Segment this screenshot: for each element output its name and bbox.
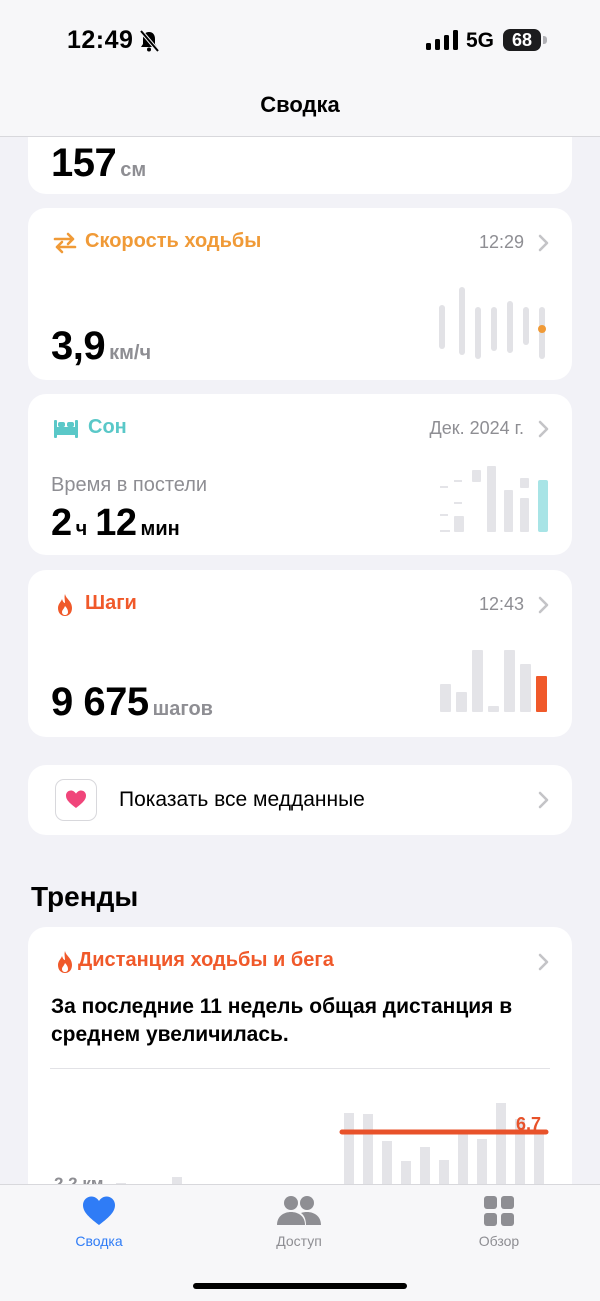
- trend-card-walking-running-distance[interactable]: Дистанция ходьбы и бега За последние 11 …: [28, 927, 572, 1184]
- page-title: Сводка: [260, 92, 340, 117]
- trend-title: Дистанция ходьбы и бега: [78, 949, 334, 971]
- show-all-label: Показать все медданные: [119, 788, 365, 811]
- walking-speed-value: 3,9: [51, 324, 106, 368]
- chevron-right-icon: [538, 234, 549, 252]
- cellular-signal-icon: [426, 30, 458, 50]
- steps-value-row: 9 675 шагов: [51, 680, 213, 725]
- flame-icon: [58, 951, 72, 973]
- steps-card[interactable]: Шаги 12:43 9 675 шагов: [28, 570, 572, 737]
- height-value-row: 157 см: [51, 141, 146, 186]
- walking-speed-time: 12:29: [478, 232, 524, 252]
- tab-summary-label: Сводка: [75, 1233, 123, 1249]
- show-all-health-data-button[interactable]: Показать все медданные: [28, 765, 572, 835]
- people-icon: [277, 1196, 321, 1225]
- health-app-icon: [55, 779, 97, 821]
- height-card[interactable]: 157 см: [28, 137, 572, 194]
- status-time: 12:49: [67, 26, 134, 54]
- sleep-minutes-unit: мин: [140, 518, 180, 540]
- battery-nub: [543, 36, 547, 44]
- trend-description: За последние 11 недель общая дистанция в…: [51, 995, 513, 1046]
- steps-unit: шагов: [152, 698, 213, 720]
- chevron-right-icon: [538, 953, 549, 971]
- grid-icon: [484, 1196, 514, 1226]
- tab-sharing[interactable]: Доступ: [239, 1195, 359, 1249]
- tab-summary[interactable]: Сводка: [39, 1195, 159, 1249]
- steps-time: 12:43: [478, 594, 524, 614]
- sleep-date: Дек. 2024 г.: [429, 418, 525, 438]
- chevron-right-icon: [538, 596, 549, 614]
- battery-icon: 68: [503, 29, 541, 51]
- walking-speed-unit: км/ч: [109, 342, 152, 364]
- tab-browse-label: Обзор: [478, 1233, 520, 1249]
- walking-speed-value-row: 3,9 км/ч: [51, 324, 151, 369]
- heart-icon: [66, 790, 86, 808]
- sleep-value-row: 2 ч 12 мин: [51, 502, 180, 545]
- sleep-minutes: 12: [95, 502, 137, 544]
- walking-speed-icon: [53, 232, 77, 254]
- tab-browse[interactable]: Обзор: [439, 1195, 559, 1249]
- sleep-hours-unit: ч: [75, 518, 88, 540]
- walking-speed-mini-chart: [439, 287, 546, 359]
- heart-icon: [83, 1196, 115, 1225]
- trend-left-label: 2,2 км: [54, 1174, 104, 1184]
- steps-title: Шаги: [85, 592, 137, 614]
- steps-value: 9 675: [51, 680, 149, 724]
- trend-right-label: 6,7: [516, 1114, 542, 1134]
- home-indicator[interactable]: [193, 1283, 407, 1289]
- chevron-right-icon: [538, 791, 549, 809]
- trend-chart: [116, 1103, 549, 1184]
- chevron-right-icon: [538, 420, 549, 438]
- navigation-bar: Сводка: [0, 80, 600, 137]
- status-bar: 12:49 5G 68: [0, 0, 600, 80]
- sleep-mini-chart: [440, 466, 548, 532]
- height-unit: см: [120, 159, 147, 181]
- sleep-title: Сон: [88, 416, 127, 438]
- tab-sharing-label: Доступ: [276, 1233, 322, 1249]
- sleep-hours: 2: [51, 502, 72, 544]
- sleep-subtitle: Время в постели: [51, 474, 208, 496]
- network-type: 5G: [466, 29, 495, 52]
- walking-speed-title: Скорость ходьбы: [85, 230, 262, 252]
- steps-mini-chart: [440, 650, 547, 712]
- bed-icon: [54, 420, 78, 438]
- height-value: 157: [51, 141, 117, 185]
- divider: [50, 1068, 550, 1069]
- summary-scroll-content[interactable]: 157 см Скорость ходьбы 12:29 3,9 км/ч Со…: [0, 137, 600, 1184]
- sleep-card[interactable]: Сон Дек. 2024 г. Время в постели 2 ч 12 мин: [28, 394, 572, 555]
- trends-section-title: Тренды: [31, 881, 139, 912]
- flame-icon: [58, 594, 72, 616]
- walking-speed-card[interactable]: Скорость ходьбы 12:29 3,9 км/ч: [28, 208, 572, 380]
- bell-muted-icon: [139, 30, 159, 52]
